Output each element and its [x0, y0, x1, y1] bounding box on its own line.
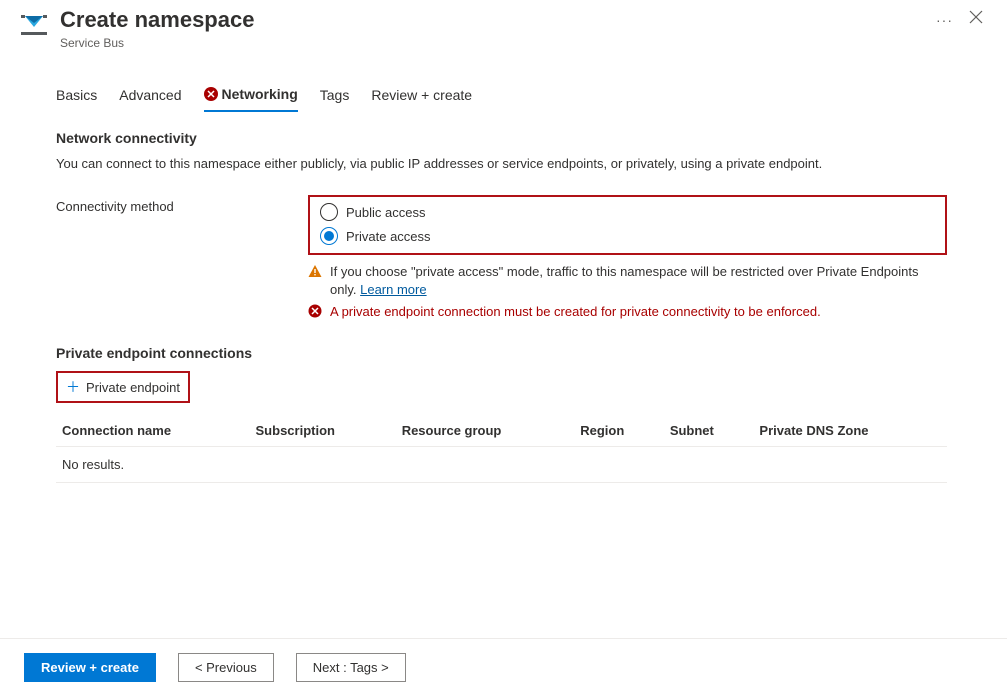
section-description: You can connect to this namespace either…: [56, 156, 947, 171]
col-resource-group: Resource group: [396, 415, 575, 447]
error-message: A private endpoint connection must be cr…: [308, 303, 947, 321]
table-header-row: Connection name Subscription Resource gr…: [56, 415, 947, 447]
learn-more-link[interactable]: Learn more: [360, 282, 426, 297]
error-text: A private endpoint connection must be cr…: [330, 303, 821, 321]
close-icon[interactable]: [965, 6, 987, 33]
radio-circle-icon: [320, 227, 338, 245]
tab-review[interactable]: Review + create: [371, 82, 472, 112]
plus-icon: ＋: [66, 377, 80, 397]
label-connectivity-method: Connectivity method: [56, 195, 308, 214]
radio-public-access[interactable]: Public access: [320, 203, 935, 221]
tab-networking-label: Networking: [222, 86, 298, 102]
error-badge-icon: [204, 87, 218, 101]
section-title-network: Network connectivity: [56, 130, 947, 146]
more-menu-icon[interactable]: ···: [936, 12, 953, 28]
endpoints-table: Connection name Subscription Resource gr…: [56, 415, 947, 483]
add-private-endpoint-button[interactable]: ＋ Private endpoint: [56, 371, 190, 403]
next-button[interactable]: Next : Tags >: [296, 653, 406, 682]
previous-button[interactable]: < Previous: [178, 653, 274, 682]
col-subnet: Subnet: [664, 415, 754, 447]
col-region: Region: [574, 415, 664, 447]
tab-tags[interactable]: Tags: [320, 82, 350, 112]
page-subtitle: Service Bus: [60, 36, 924, 50]
col-connection-name: Connection name: [56, 415, 250, 447]
tabs: Basics Advanced Networking Tags Review +…: [0, 50, 1007, 112]
warning-message: If you choose "private access" mode, tra…: [308, 263, 947, 299]
radio-public-label: Public access: [346, 205, 425, 220]
radio-circle-icon: [320, 203, 338, 221]
radio-private-label: Private access: [346, 229, 431, 244]
table-row: No results.: [56, 447, 947, 483]
error-icon: [308, 304, 322, 318]
col-subscription: Subscription: [250, 415, 396, 447]
col-private-dns: Private DNS Zone: [753, 415, 947, 447]
review-create-button[interactable]: Review + create: [24, 653, 156, 682]
footer: Review + create < Previous Next : Tags >: [0, 638, 1007, 696]
empty-state: No results.: [56, 447, 947, 483]
page-title: Create namespace: [60, 6, 924, 34]
tab-networking[interactable]: Networking: [204, 82, 298, 112]
tab-advanced[interactable]: Advanced: [119, 82, 181, 112]
warning-icon: [308, 264, 322, 278]
tab-basics[interactable]: Basics: [56, 82, 97, 112]
service-bus-icon: [20, 10, 48, 38]
radio-private-access[interactable]: Private access: [320, 227, 935, 245]
section-title-endpoints: Private endpoint connections: [56, 345, 947, 361]
add-endpoint-label: Private endpoint: [86, 380, 180, 395]
connectivity-options: Public access Private access: [308, 195, 947, 255]
